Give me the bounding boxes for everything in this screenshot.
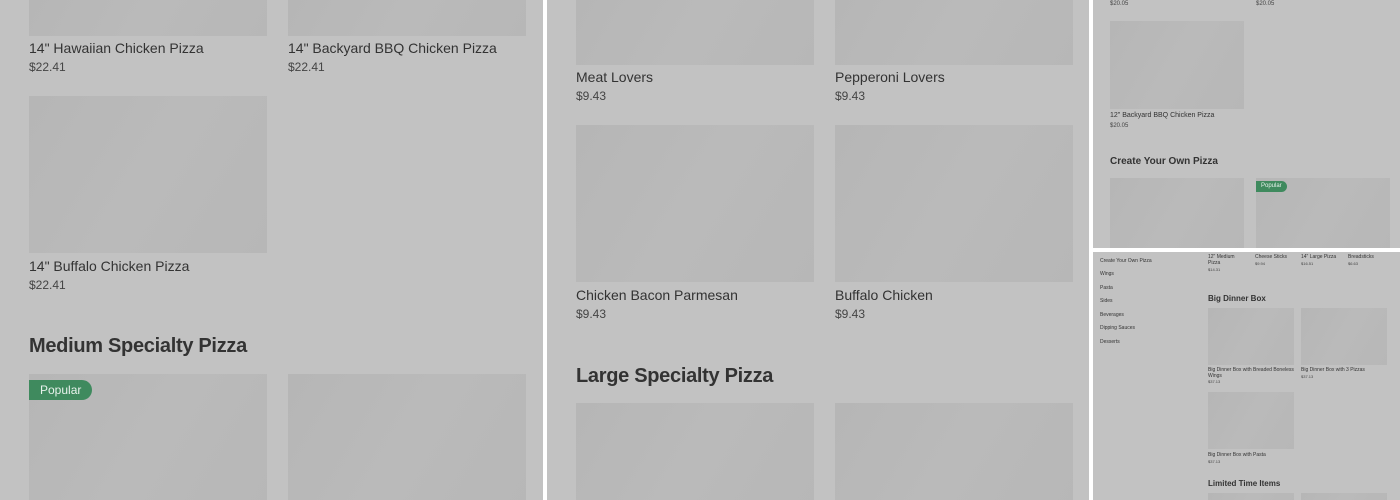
item-name[interactable]: Meat Lovers [576, 69, 653, 85]
item-price: $6.63 [1348, 261, 1359, 266]
item-name[interactable]: Breadsticks [1348, 254, 1388, 260]
item-image[interactable] [1208, 493, 1294, 500]
item-image[interactable] [1301, 493, 1387, 500]
section-title: Big Dinner Box [1208, 294, 1266, 303]
item-name[interactable]: 14" Buffalo Chicken Pizza [29, 258, 189, 274]
popular-badge: Popular [29, 380, 93, 400]
nav-item-dipping-sauces[interactable]: Dipping Sauces [1100, 325, 1135, 331]
item-image[interactable] [576, 0, 814, 65]
item-name[interactable]: 14" Hawaiian Chicken Pizza [29, 40, 204, 56]
item-image[interactable] [835, 403, 1073, 500]
item-name[interactable]: 14" Backyard BBQ Chicken Pizza [288, 40, 497, 56]
item-price: $20.05 [1256, 1, 1275, 7]
item-name[interactable]: Buffalo Chicken [835, 287, 933, 303]
item-name[interactable]: 12" Backyard BBQ Chicken Pizza [1110, 112, 1214, 120]
item-price: $22.41 [29, 278, 66, 292]
item-name[interactable]: Big Dinner Box with Pasta [1208, 452, 1294, 458]
nav-item-beverages[interactable]: Beverages [1100, 312, 1124, 318]
item-price: $9.94 [1255, 261, 1266, 266]
item-image[interactable] [835, 125, 1073, 282]
item-price: $14.31 [1208, 267, 1221, 272]
nav-item-desserts[interactable]: Desserts [1100, 339, 1120, 345]
item-image[interactable] [835, 0, 1073, 65]
menu-panel-1: 14" Hawaiian Chicken Pizza $22.41 14" Ba… [0, 0, 543, 500]
item-image[interactable] [1208, 308, 1294, 365]
item-image[interactable] [1301, 308, 1387, 365]
item-image[interactable] [576, 125, 814, 282]
item-image[interactable] [576, 403, 814, 500]
item-name[interactable]: Big Dinner Box with 3 Pizzas [1301, 367, 1387, 373]
popular-badge: Popular [1256, 181, 1287, 192]
item-image[interactable] [1208, 392, 1294, 449]
item-image[interactable] [1110, 178, 1244, 248]
menu-panel-4: Create Your Own Pizza Wings Pasta Sides … [1093, 252, 1400, 500]
item-image[interactable] [288, 374, 526, 500]
item-image[interactable] [288, 0, 526, 36]
item-price: $22.41 [288, 60, 325, 74]
item-price: $37.13 [1208, 379, 1221, 384]
item-price: $20.05 [1110, 1, 1129, 7]
menu-panel-2: Meat Lovers $9.43 Pepperoni Lovers $9.43… [547, 0, 1089, 500]
item-price: $9.43 [835, 89, 866, 103]
nav-item-sides[interactable]: Sides [1100, 298, 1113, 304]
nav-item-pasta[interactable]: Pasta [1100, 285, 1113, 291]
menu-panel-3: $20.05 $20.05 12" Backyard BBQ Chicken P… [1093, 0, 1400, 248]
item-name[interactable]: Pepperoni Lovers [835, 69, 945, 85]
item-price: $16.51 [1301, 261, 1314, 266]
item-name[interactable]: Chicken Bacon Parmesan [576, 287, 738, 303]
item-price: $9.43 [835, 307, 866, 321]
item-image[interactable] [29, 96, 267, 253]
item-price: $20.05 [1110, 123, 1129, 129]
item-price: $37.13 [1301, 374, 1314, 379]
section-title: Medium Specialty Pizza [29, 335, 247, 357]
item-image[interactable] [1110, 21, 1244, 109]
item-name[interactable]: Cheese Sticks [1255, 254, 1295, 260]
nav-item-create-your-own-pizza[interactable]: Create Your Own Pizza [1100, 258, 1152, 264]
item-name[interactable]: 12" Medium Pizza [1208, 254, 1248, 266]
item-price: $9.43 [576, 89, 607, 103]
nav-item-wings[interactable]: Wings [1100, 271, 1114, 277]
section-title: Large Specialty Pizza [576, 365, 774, 387]
item-price: $9.43 [576, 307, 607, 321]
item-price: $22.41 [29, 60, 66, 74]
item-price: $37.13 [1208, 459, 1221, 464]
item-name[interactable]: 14" Large Pizza [1301, 254, 1345, 260]
section-title: Limited Time Items [1208, 479, 1281, 488]
item-name[interactable]: Big Dinner Box with Breaded Boneless Win… [1208, 367, 1294, 379]
item-image[interactable] [29, 0, 267, 36]
section-title: Create Your Own Pizza [1110, 156, 1218, 167]
